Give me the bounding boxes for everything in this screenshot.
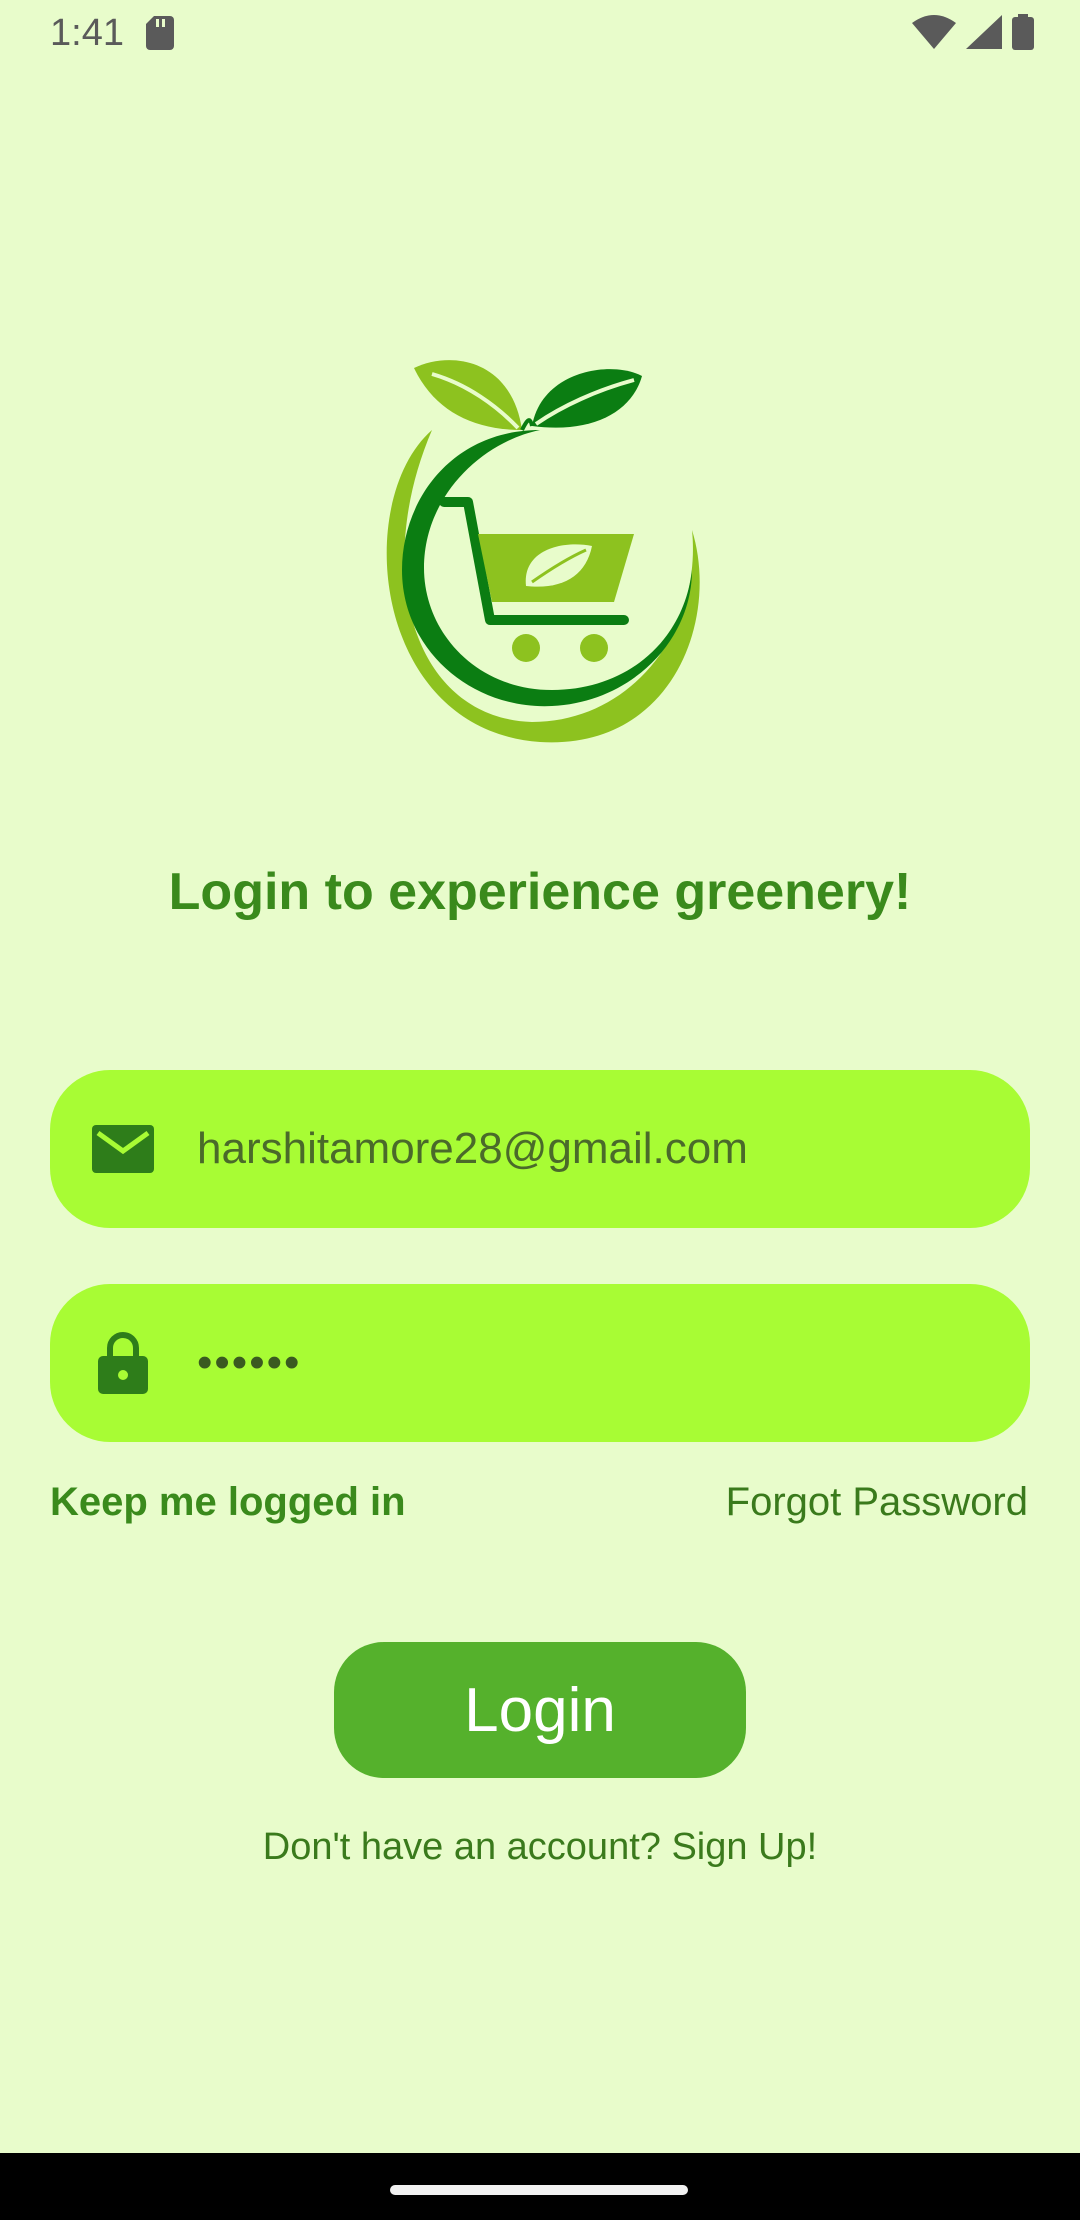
password-field[interactable]: •••••• <box>50 1284 1030 1442</box>
email-field[interactable]: harshitamore28@gmail.com <box>50 1070 1030 1228</box>
wifi-icon <box>912 15 956 54</box>
status-icons <box>912 14 1034 55</box>
forgot-password-link[interactable]: Forgot Password <box>726 1480 1028 1525</box>
app-logo <box>372 350 708 750</box>
lock-icon <box>83 1332 163 1394</box>
keep-logged-in-toggle[interactable]: Keep me logged in <box>50 1480 406 1525</box>
status-bar: 1:41 <box>0 0 1080 66</box>
signup-link[interactable]: Don't have an account? Sign Up! <box>0 1826 1080 1869</box>
mail-icon <box>83 1125 163 1173</box>
battery-icon <box>1012 14 1034 55</box>
email-value: harshitamore28@gmail.com <box>197 1124 748 1173</box>
page-title: Login to experience greenery! <box>168 863 912 921</box>
cellular-signal-icon <box>966 15 1002 54</box>
status-time: 1:41 <box>50 12 124 54</box>
sd-card-icon <box>146 16 174 55</box>
login-button[interactable]: Login <box>334 1642 746 1778</box>
password-value: •••••• <box>197 1338 302 1387</box>
home-gesture-handle[interactable] <box>390 2185 688 2195</box>
